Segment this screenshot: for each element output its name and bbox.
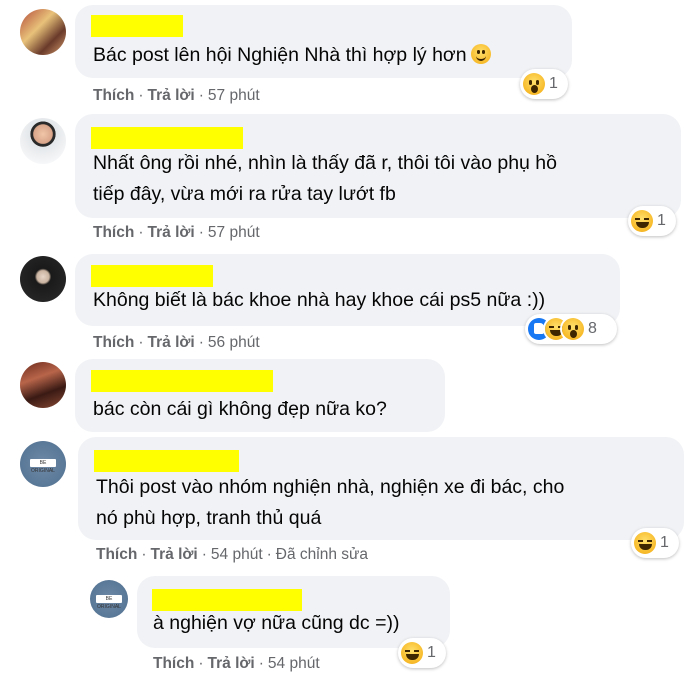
reply-link[interactable]: Trả lời [208, 655, 255, 672]
reply-link[interactable]: Trả lời [148, 334, 195, 351]
comment-text: à nghiện vợ nữa cũng dc =)) [153, 612, 400, 634]
reaction-summary[interactable]: 8 [525, 314, 617, 344]
reaction-count: 1 [657, 212, 666, 229]
comment-text: Không biết là bác khoe nhà hay khoe cái … [93, 289, 546, 311]
avatar[interactable] [20, 256, 66, 302]
like-link[interactable]: Thích [93, 87, 134, 104]
reaction-summary[interactable]: 1 [398, 638, 446, 668]
like-link[interactable]: Thích [153, 655, 194, 672]
comment-actions: Thích · Trả lời · 56 phút [93, 334, 260, 351]
avatar[interactable]: BE ORIGINAL [20, 441, 66, 487]
comment-text: Bác post lên hội Nghiện Nhà thì hợp lý h… [93, 40, 491, 71]
comment-text: Thôi post vào nhóm nghiện nhà, nghiện xe… [96, 476, 565, 529]
reaction-count: 1 [549, 75, 558, 92]
timestamp[interactable]: 56 phút [208, 334, 260, 351]
author-name-redacted[interactable] [91, 15, 183, 37]
timestamp[interactable]: 54 phút [211, 546, 263, 563]
like-link[interactable]: Thích [93, 334, 134, 351]
reply-link[interactable]: Trả lời [148, 87, 195, 104]
timestamp[interactable]: 54 phút [268, 655, 320, 672]
slightly-smiling-face-icon [470, 44, 491, 64]
reply-link[interactable]: Trả lời [148, 224, 195, 241]
author-name-redacted[interactable] [94, 450, 239, 472]
haha-reaction-icon [401, 642, 423, 664]
wow-reaction-icon [523, 73, 545, 95]
reaction-summary[interactable]: 1 [520, 69, 568, 99]
comment-actions: Thích · Trả lời · 57 phút [93, 224, 260, 241]
haha-reaction-icon [634, 532, 656, 554]
timestamp[interactable]: 57 phút [208, 224, 260, 241]
comment-actions: Thích · Trả lời · 54 phút · Đã chỉnh sửa [96, 546, 369, 563]
comment-actions: Thích · Trả lời · 57 phút [93, 87, 260, 104]
avatar[interactable] [20, 362, 66, 408]
avatar[interactable] [20, 118, 66, 164]
reaction-summary[interactable]: 1 [628, 206, 676, 236]
author-name-redacted[interactable] [91, 370, 273, 392]
avatar[interactable]: BE ORIGINAL [90, 580, 128, 618]
reaction-count: 1 [427, 644, 436, 661]
avatar[interactable] [20, 9, 66, 55]
wow-reaction-icon [562, 318, 584, 340]
like-link[interactable]: Thích [96, 546, 137, 563]
like-link[interactable]: Thích [93, 224, 134, 241]
author-name-redacted[interactable] [91, 127, 243, 149]
avatar-label: BE ORIGINAL [30, 459, 56, 474]
comment-text: bác còn cái gì không đẹp nữa ko? [93, 398, 387, 420]
reaction-count: 8 [588, 320, 597, 337]
edited-label[interactable]: Đã chỉnh sửa [276, 546, 368, 563]
comment-text: Nhất ông rồi nhé, nhìn là thấy đã r, thô… [93, 152, 557, 205]
timestamp[interactable]: 57 phút [208, 87, 260, 104]
avatar-label: BE ORIGINAL [96, 595, 122, 610]
comment-actions: Thích · Trả lời · 54 phút [153, 655, 320, 672]
reaction-summary[interactable]: 1 [631, 528, 679, 558]
reply-link[interactable]: Trả lời [151, 546, 198, 563]
author-name-redacted[interactable] [91, 265, 213, 287]
reaction-count: 1 [660, 534, 669, 551]
haha-reaction-icon [631, 210, 653, 232]
